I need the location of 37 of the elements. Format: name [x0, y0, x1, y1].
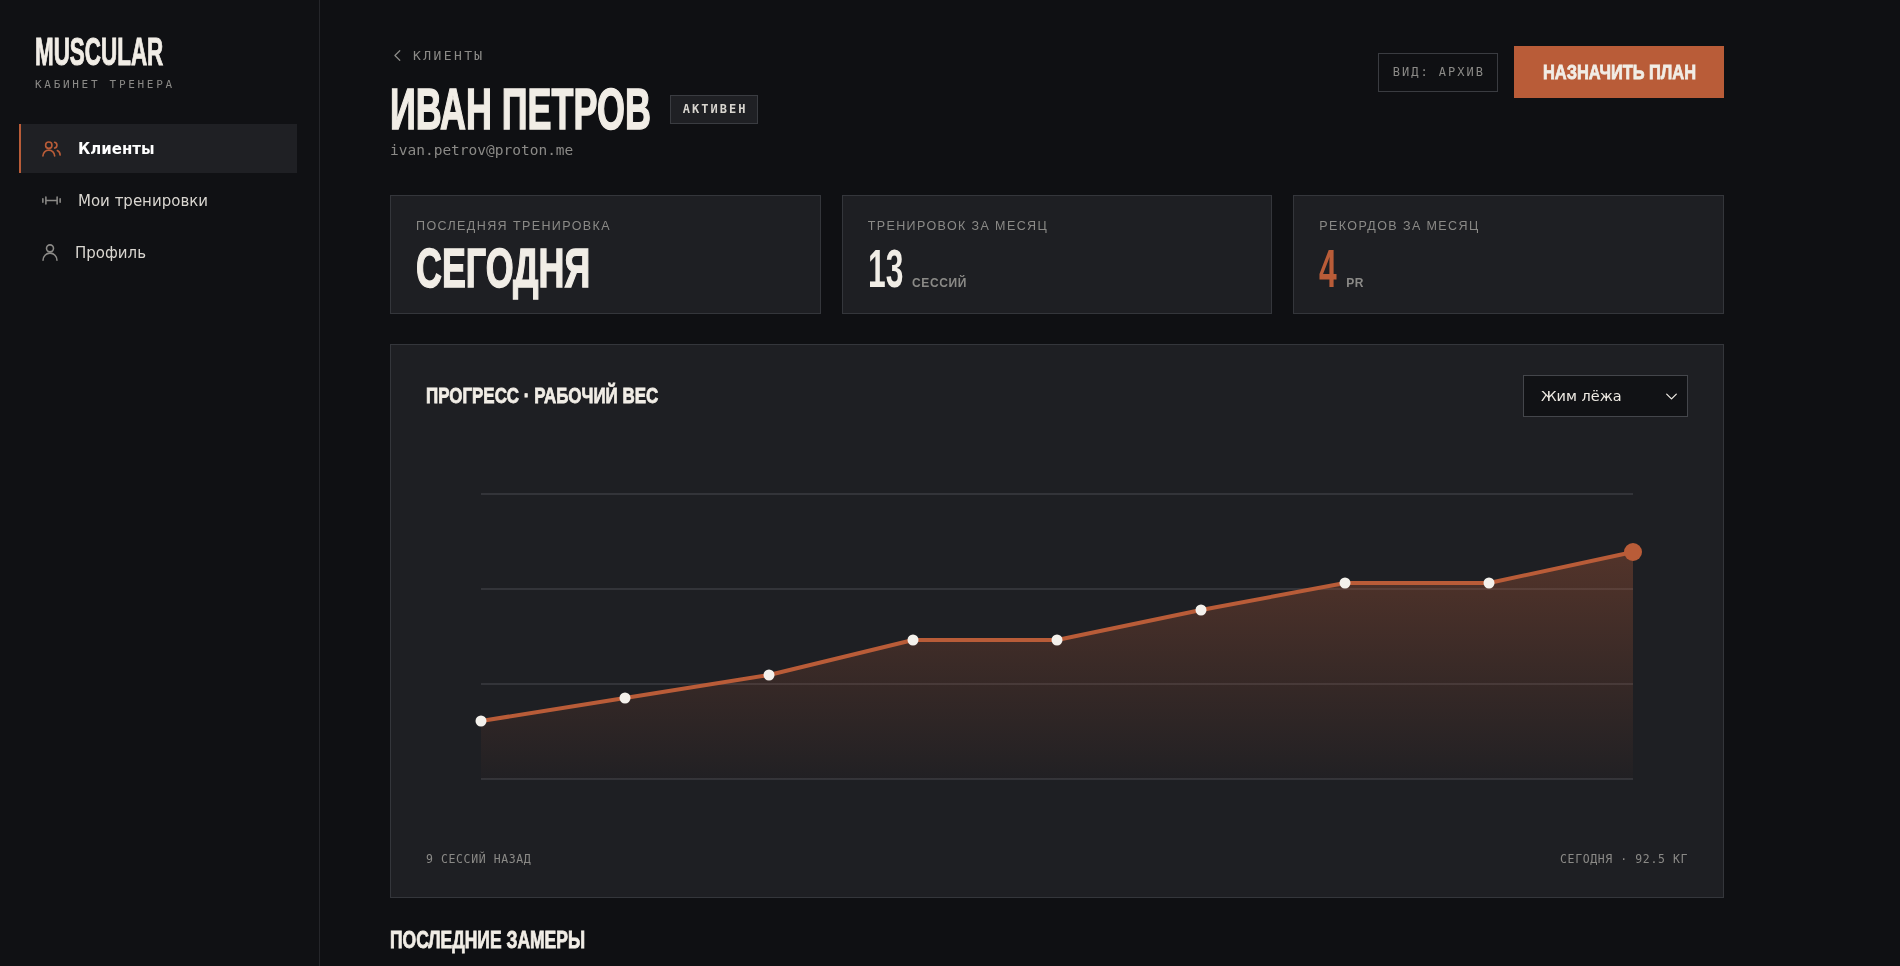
data-point: [1195, 604, 1207, 616]
logo-subtitle: КАБИНЕТ ТРЕНЕРА: [35, 78, 176, 92]
users-icon: [42, 140, 61, 157]
stat-label: РЕКОРДОВ ЗА МЕСЯЦ: [1319, 219, 1481, 233]
view-button[interactable]: ВИД: АРХИВ: [1377, 52, 1498, 92]
stat-value: 13: [867, 242, 904, 295]
stat-value: 4: [1319, 242, 1337, 295]
chevron-left-icon: [394, 50, 401, 61]
data-point: [1339, 577, 1351, 589]
person-icon: [42, 244, 58, 261]
exercise-select[interactable]: Жим лёжа: [1523, 375, 1688, 417]
logo-text: MUSCULAR: [35, 33, 164, 71]
assign-plan-button[interactable]: НАЗНАЧИТЬ ПЛАН: [1514, 46, 1724, 98]
client-email: ivan.petrov@proton.me: [390, 141, 575, 159]
status-badge: АКТИВЕН: [669, 95, 759, 124]
data-point: [1483, 577, 1495, 589]
data-point: [763, 669, 775, 681]
stat-unit: PR: [1346, 276, 1365, 290]
section-title: ПОСЛЕДНИЕ ЗАМЕРЫ: [390, 929, 585, 952]
data-point: [1051, 634, 1063, 646]
data-point: [907, 634, 919, 646]
stat-label: ТРЕНИРОВОК ЗА МЕСЯЦ: [867, 219, 1050, 233]
stat-unit: СЕССИЙ: [912, 276, 967, 290]
nav-item[interactable]: Мои тренировки: [19, 176, 297, 225]
nav-item[interactable]: Клиенты: [19, 124, 297, 173]
data-point: [475, 715, 487, 727]
back-link[interactable]: КЛИЕНТЫ: [390, 46, 485, 65]
data-point: [619, 692, 631, 704]
stat-label: ПОСЛЕДНЯЯ ТРЕНИРОВКА: [416, 219, 612, 233]
nav-item[interactable]: Профиль: [19, 228, 297, 277]
end-label: СЕГОДНЯ · 92.5 КГ: [1560, 852, 1688, 866]
start-label: 9 СЕССИЙ НАЗАД: [426, 852, 532, 866]
chevron-down-icon: [1666, 392, 1677, 400]
chart-title: ПРОГРЕСС · РАБОЧИЙ ВЕС: [426, 385, 659, 407]
latest-point: [1624, 543, 1642, 561]
dumbbell-icon: [42, 196, 61, 205]
client-name: ИВАН ПЕТРОВ: [390, 81, 651, 138]
